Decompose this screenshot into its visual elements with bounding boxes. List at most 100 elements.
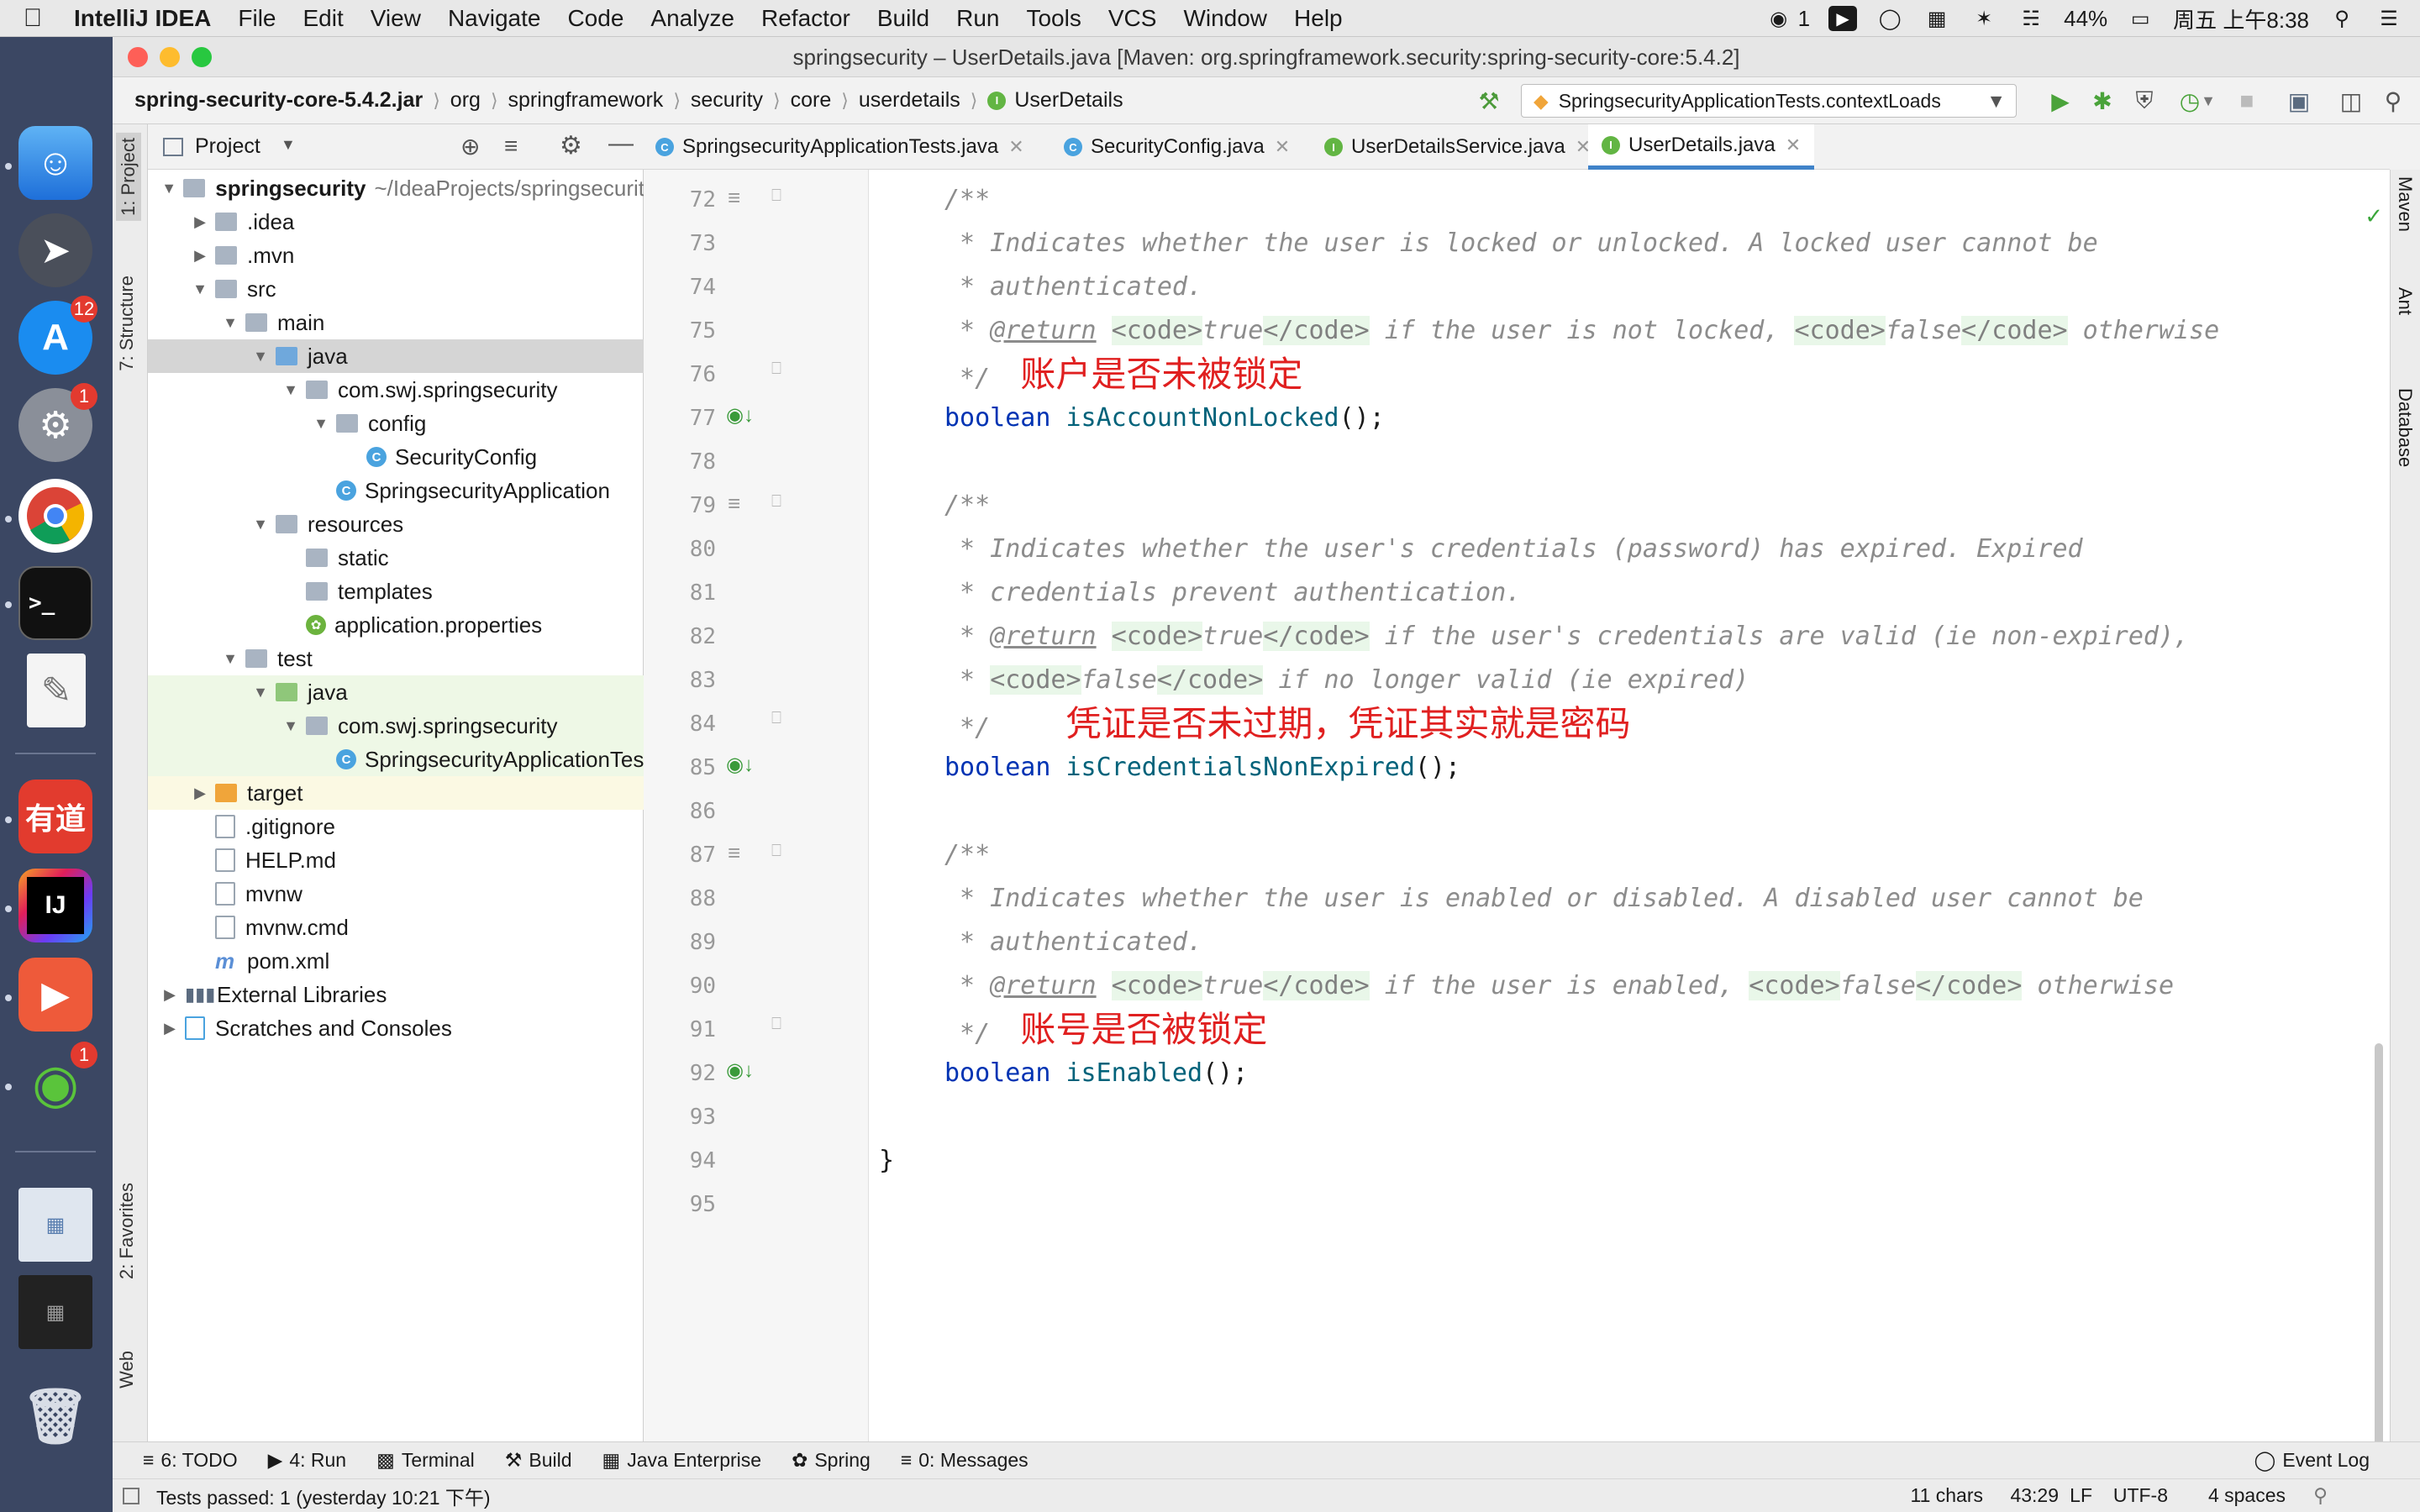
layout-icon[interactable]: ◫ — [2336, 86, 2366, 116]
chevron-right-icon[interactable]: ▶ — [190, 213, 210, 231]
tool-tab-spring[interactable]: ✿ Spring — [792, 1449, 871, 1472]
tree-item[interactable]: ▶ .mvn — [148, 239, 686, 272]
locate-file-icon[interactable]: ⊕ — [460, 133, 480, 160]
system-preferences-icon[interactable]: ⚙ 1 — [18, 383, 97, 462]
tool-windows-toggle-icon[interactable] — [123, 1487, 139, 1504]
breadcrumb-security[interactable]: security — [691, 88, 763, 113]
slides-app-icon[interactable]: ▶ — [18, 958, 92, 1032]
finder-icon[interactable]: ☺ — [18, 126, 92, 200]
render-doc-icon[interactable]: ≡ — [728, 491, 740, 517]
tree-item[interactable]: ▼ main — [148, 306, 716, 339]
breadcrumb-jar[interactable]: spring-security-core-5.4.2.jar — [134, 88, 423, 113]
tab-user-details-service[interactable]: I UserDetailsService.java ✕ — [1324, 124, 1591, 170]
chevron-down-icon[interactable]: ▼ — [311, 415, 331, 433]
intellij-idea-icon[interactable]: IJ — [18, 869, 92, 942]
chrome-icon[interactable] — [18, 479, 92, 553]
tool-tab-build[interactable]: ⚒ Build — [505, 1449, 572, 1472]
app-tray-icon[interactable]: ▶ — [1828, 6, 1858, 31]
tree-item[interactable]: ▶ Scratches and Consoles — [148, 1011, 655, 1045]
breadcrumb-springframework[interactable]: springframework — [508, 88, 664, 113]
breadcrumb-userdetails[interactable]: userdetails — [859, 88, 960, 113]
tree-item[interactable]: m pom.xml — [148, 944, 711, 978]
menu-view[interactable]: View — [371, 5, 421, 32]
chevron-down-icon[interactable]: ▼ — [281, 136, 296, 154]
tree-item[interactable]: ▼ test — [148, 642, 716, 675]
menu-edit[interactable]: Edit — [303, 5, 344, 32]
status-line-separator[interactable]: LF — [2070, 1484, 2092, 1507]
gear-icon[interactable]: ⚙ — [560, 131, 582, 160]
project-view-select[interactable]: Project — [195, 134, 260, 159]
implemented-method-icon[interactable]: ◉↓ — [726, 753, 754, 777]
window-thumbnail-icon[interactable]: ▦ — [18, 1275, 92, 1349]
chevron-down-icon[interactable]: ▼ — [220, 650, 240, 668]
chevron-down-icon[interactable]: ▼ — [281, 381, 301, 399]
tool-tab-database[interactable]: Database — [2394, 388, 2416, 467]
tree-item[interactable]: .gitignore — [148, 810, 711, 843]
tab-springsecurity-application-tests[interactable]: C SpringsecurityApplicationTests.java ✕ — [655, 124, 1024, 170]
tree-item[interactable]: ▶ target — [148, 776, 686, 810]
status-encoding[interactable]: UTF-8 — [2113, 1484, 2168, 1507]
status-indent[interactable]: 4 spaces — [2208, 1484, 2286, 1507]
code-editor[interactable]: /** * Indicates whether the user is lock… — [869, 170, 2390, 1468]
fold-icon[interactable]: ⎕ — [771, 360, 781, 379]
tool-tab-todo[interactable]: ≡ 6: TODO — [143, 1449, 238, 1472]
chevron-right-icon[interactable]: ▶ — [190, 247, 210, 265]
tool-tab-project[interactable]: 1: Project — [116, 133, 141, 221]
coverage-icon[interactable]: ⛨ — [2129, 86, 2160, 116]
chevron-down-icon[interactable]: ▼ — [190, 281, 210, 298]
battery-icon[interactable]: ▭ — [2126, 6, 2154, 31]
breadcrumb-core[interactable]: core — [791, 88, 832, 113]
fold-icon[interactable]: ⎕ — [771, 1015, 781, 1034]
wechat-tray-icon[interactable]: ◉ — [1765, 6, 1793, 31]
bluetooth-icon[interactable]: ✶ — [1970, 6, 1998, 31]
terminal-icon[interactable]: >_ — [18, 566, 92, 640]
hide-panel-icon[interactable]: — — [608, 129, 634, 158]
youdao-dict-icon[interactable]: 有道 — [18, 780, 92, 853]
spotlight-search-icon[interactable]: ⚲ — [2328, 6, 2356, 31]
wifi-icon[interactable]: ☵ — [2017, 6, 2045, 31]
chevron-right-icon[interactable]: ▶ — [160, 986, 180, 1004]
close-tab-icon[interactable]: ✕ — [1008, 136, 1023, 158]
tree-item[interactable]: ▼ src — [148, 272, 686, 306]
search-everywhere-icon[interactable]: ⚲ — [2378, 86, 2408, 116]
chevron-down-icon[interactable]: ▼ — [250, 684, 271, 701]
tool-tab-maven[interactable]: Maven — [2394, 176, 2416, 232]
chevron-down-icon[interactable]: ▼ — [281, 717, 301, 735]
chevron-down-icon[interactable]: ▼ — [220, 314, 240, 332]
tab-security-config[interactable]: C SecurityConfig.java ✕ — [1064, 124, 1290, 170]
fold-icon[interactable]: ⎕ — [771, 186, 781, 206]
tree-item-root[interactable]: ▼ springsecurity ~/IdeaProjects/springse… — [148, 171, 655, 205]
project-structure-icon[interactable]: ▣ — [2284, 86, 2314, 116]
tool-tab-ant[interactable]: Ant — [2394, 287, 2416, 315]
input-method-icon[interactable]: ▦ — [1923, 6, 1951, 31]
menu-run[interactable]: Run — [956, 5, 999, 32]
clock[interactable]: 周五 上午8:38 — [2173, 3, 2309, 34]
menu-code[interactable]: Code — [567, 5, 623, 32]
tool-tab-structure[interactable]: 7: Structure — [116, 276, 138, 371]
run-configuration-select[interactable]: ◆ SpringsecurityApplicationTests.context… — [1521, 84, 2017, 118]
menu-help[interactable]: Help — [1294, 5, 1343, 32]
menu-window[interactable]: Window — [1183, 5, 1267, 32]
tree-item[interactable]: HELP.md — [148, 843, 711, 877]
chevron-down-icon[interactable]: ▼ — [250, 348, 271, 365]
collapse-all-icon[interactable]: ≡ — [504, 133, 518, 160]
tree-item[interactable]: mvnw.cmd — [148, 911, 711, 944]
tool-tab-event-log[interactable]: ◯ Event Log — [2254, 1449, 2370, 1472]
tree-item[interactable]: ▶ .idea — [148, 205, 686, 239]
launchpad-icon[interactable]: ➤ — [18, 213, 92, 287]
menu-app-name[interactable]: IntelliJ IDEA — [74, 5, 211, 32]
wechat-icon[interactable]: ◉ 1 — [18, 1042, 97, 1121]
breadcrumb-userdetails-interface[interactable]: UserDetails — [1014, 88, 1123, 113]
render-doc-icon[interactable]: ≡ — [728, 185, 740, 211]
apple-icon[interactable]:  — [8, 4, 57, 33]
tool-tab-run[interactable]: ▶ 4: Run — [268, 1449, 346, 1472]
menu-file[interactable]: File — [238, 5, 276, 32]
tool-tab-messages[interactable]: ≡ 0: Messages — [901, 1449, 1028, 1472]
chevron-down-icon[interactable]: ▼ — [160, 180, 178, 197]
status-caret-position[interactable]: 43:29 — [2010, 1484, 2059, 1507]
fold-icon[interactable]: ⎕ — [771, 842, 781, 861]
close-tab-icon[interactable]: ✕ — [1786, 134, 1801, 156]
tool-tab-terminal[interactable]: ▩ Terminal — [376, 1449, 475, 1472]
chevron-right-icon[interactable]: ▶ — [160, 1020, 180, 1037]
run-icon[interactable]: ▶ — [2045, 86, 2075, 116]
